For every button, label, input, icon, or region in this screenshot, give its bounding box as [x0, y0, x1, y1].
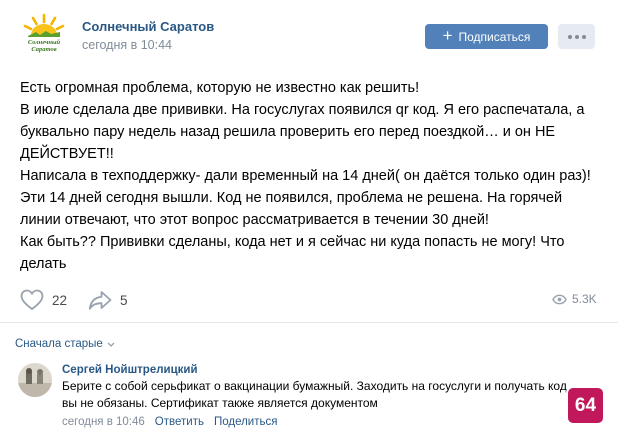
svg-text:Солнечный: Солнечный	[28, 39, 61, 46]
svg-text:Саратов: Саратов	[31, 46, 56, 53]
comment-text: Берите с собой серьфикат о вакцинации бу…	[62, 378, 602, 412]
views-count: 5.3K	[572, 292, 597, 306]
sort-label: Сначала старые	[15, 338, 103, 350]
post-text-line: буквально пару недель назад решила прове…	[20, 124, 556, 140]
post-body: Есть огромная проблема, которую не извес…	[20, 77, 608, 275]
heart-icon	[20, 289, 44, 311]
divider	[0, 322, 618, 323]
post-actions: 22 5 5.3K	[0, 287, 618, 317]
post-text-line: В июле сделала две прививки. На госуслуг…	[20, 102, 585, 118]
subscribe-button[interactable]: + Подписаться	[425, 24, 548, 49]
share-count: 5	[120, 292, 128, 308]
comment-sort-dropdown[interactable]: Сначала старые	[15, 338, 115, 350]
avatar-photo-icon	[18, 363, 52, 397]
dot-icon	[581, 34, 586, 39]
comment-timestamp[interactable]: сегодня в 10:46	[62, 416, 145, 428]
post-text-line: Эти 14 дней сегодня вышли. Код не появил…	[20, 190, 563, 206]
reply-link[interactable]: Ответить	[155, 416, 204, 428]
share-comment-link[interactable]: Поделиться	[214, 416, 278, 428]
share-button[interactable]: 5	[88, 289, 128, 311]
chevron-down-icon	[107, 342, 115, 347]
dot-icon	[567, 34, 572, 39]
post-header: Солнечный Саратов Солнечный Саратов сего…	[0, 0, 618, 66]
plus-icon: +	[442, 26, 453, 45]
watermark-logo: 64	[568, 388, 603, 423]
comment-author-link[interactable]: Сергей Нойштрелицкий	[62, 364, 198, 376]
post-text-line: ДЕЙСТВУЕТ!!	[20, 146, 114, 162]
post-text-line: Как быть?? Прививки сделаны, кода нет и …	[20, 234, 565, 250]
comment-text-line: вы не обязаны. Сертификат также является…	[62, 396, 378, 410]
like-count: 22	[52, 292, 68, 308]
post-text-line: делать	[20, 256, 67, 272]
group-name-link[interactable]: Солнечный Саратов	[82, 19, 214, 34]
comment-meta: сегодня в 10:46 Ответить Поделиться	[62, 416, 277, 428]
comment-text-line: Берите с собой серьфикат о вакцинации бу…	[62, 379, 567, 393]
group-avatar[interactable]: Солнечный Саратов	[20, 11, 68, 59]
views-counter: 5.3K	[552, 292, 597, 306]
commenter-avatar[interactable]	[18, 363, 52, 397]
post-text-line: Написала в техподдержку- дали временный …	[20, 168, 591, 184]
post-text-line: линии отвечают, что этот вопрос рассматр…	[20, 212, 489, 228]
subscribe-label: Подписаться	[458, 29, 531, 44]
more-options-button[interactable]	[558, 24, 595, 49]
post-text-line: Есть огромная проблема, которую не извес…	[20, 80, 420, 96]
sun-logo-icon: Солнечный Саратов	[23, 13, 65, 53]
share-arrow-icon	[88, 291, 112, 310]
dot-icon	[574, 34, 579, 39]
eye-icon	[552, 294, 567, 304]
post-timestamp[interactable]: сегодня в 10:44	[82, 38, 172, 52]
like-button[interactable]: 22	[20, 289, 67, 311]
